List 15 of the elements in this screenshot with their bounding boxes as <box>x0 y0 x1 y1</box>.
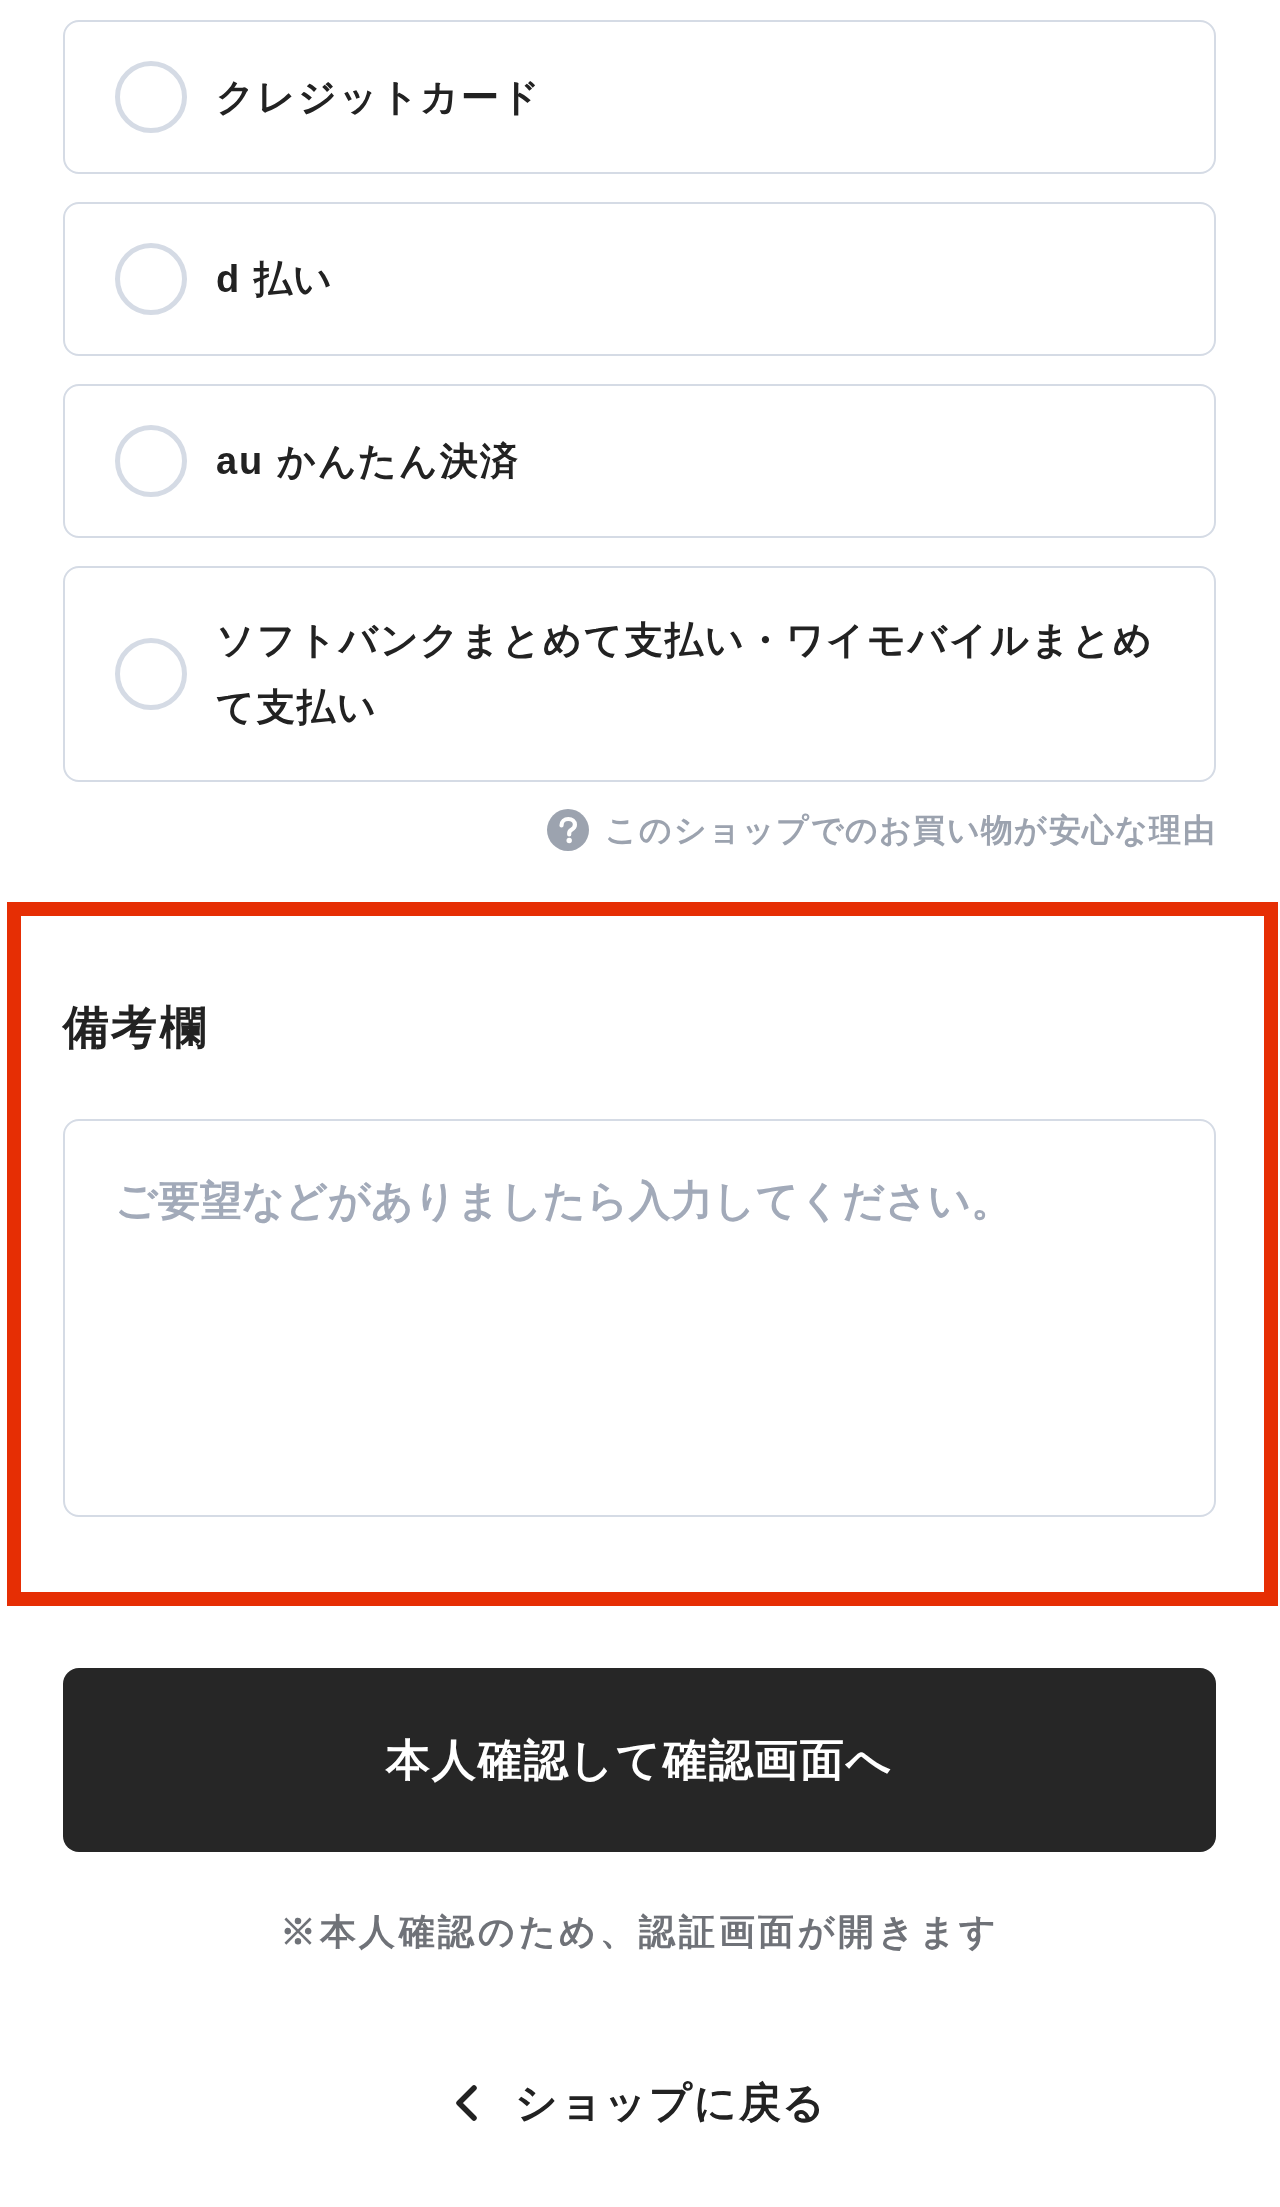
confirm-button[interactable]: 本人確認して確認画面へ <box>63 1668 1216 1852</box>
option-label: au かんたん決済 <box>216 438 520 484</box>
help-icon <box>546 809 589 851</box>
remarks-heading: 備考欄 <box>63 1000 208 1055</box>
verification-note: ※本人確認のため、認証画面が開きます <box>280 1910 1000 1954</box>
remarks-field[interactable]: ご要望などがありましたら入力してください。 <box>63 1119 1216 1517</box>
option-label: d 払い <box>216 256 335 302</box>
chevron-left-icon <box>453 2084 480 2122</box>
radio-button[interactable] <box>115 61 187 133</box>
option-label: ソフトバンクまとめて支払い・ワイモバイルまとめて支払い <box>216 618 1155 730</box>
radio-button[interactable] <box>115 638 187 710</box>
radio-button[interactable] <box>115 425 187 497</box>
back-link[interactable]: ショップに戻る <box>453 2075 827 2131</box>
option-label: クレジットカード <box>216 74 543 120</box>
radio-button[interactable] <box>115 243 187 315</box>
